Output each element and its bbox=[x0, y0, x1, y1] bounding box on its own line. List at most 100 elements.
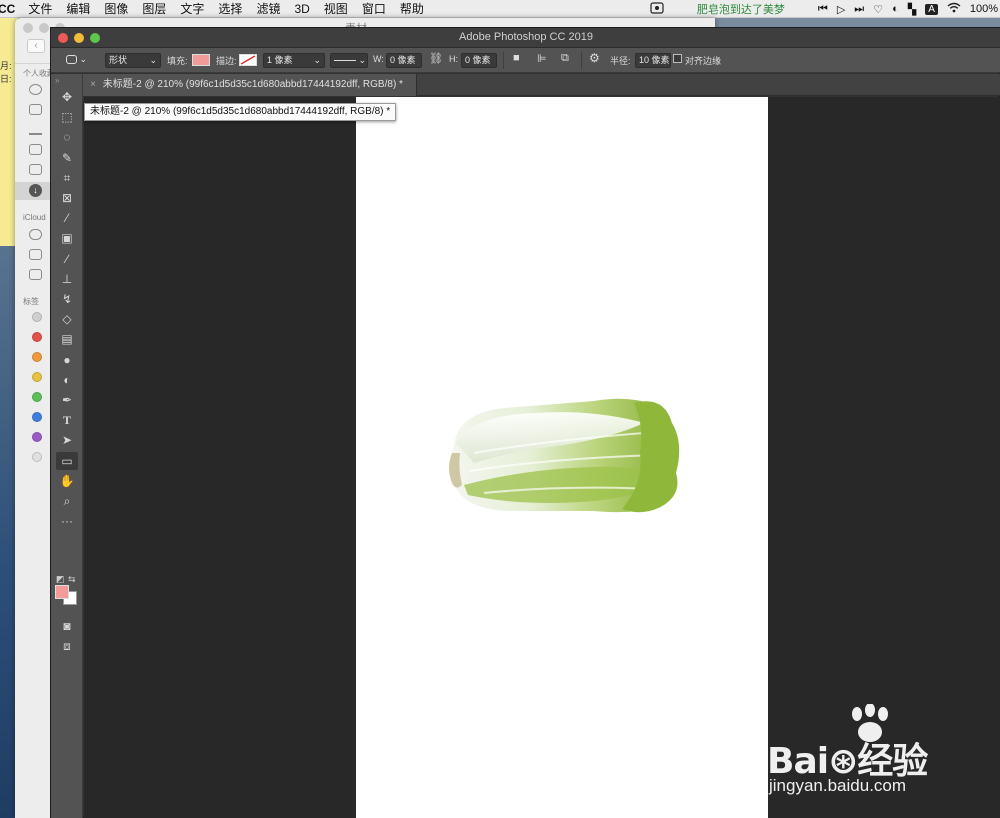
dark-mode-icon[interactable]: ◐ bbox=[892, 3, 899, 15]
pen-tool[interactable]: ✒ bbox=[56, 391, 78, 409]
healing-tool[interactable]: ▣ bbox=[56, 229, 78, 247]
close-tab-icon[interactable]: × bbox=[86, 74, 100, 96]
gradient-tool[interactable]: ▤ bbox=[56, 330, 78, 348]
rectangle-tool[interactable]: ▭ bbox=[56, 452, 78, 470]
screen-mode-icon[interactable]: ⧈ bbox=[56, 637, 78, 655]
brush-tool[interactable]: ∕ bbox=[56, 250, 78, 268]
document-tab[interactable]: × 未标题-2 @ 210% (99f6c1d5d35c1d680abbd174… bbox=[83, 74, 417, 96]
menu-file[interactable]: 文件 bbox=[21, 0, 59, 17]
notification-center-icon[interactable] bbox=[650, 1, 664, 17]
recents-icon bbox=[29, 104, 42, 115]
menu-help[interactable]: 帮助 bbox=[393, 0, 431, 17]
chevron-down-icon: ⌄ bbox=[313, 55, 321, 65]
finder-close-button[interactable] bbox=[23, 23, 33, 33]
stroke-type-select[interactable]: ⌄ bbox=[330, 53, 368, 68]
finder-minimize-button[interactable] bbox=[39, 23, 49, 33]
lasso-tool[interactable]: ◌ bbox=[56, 128, 78, 146]
gear-icon[interactable]: ⚙ bbox=[589, 51, 600, 65]
finder-sidebar-icloud-drive[interactable] bbox=[29, 229, 45, 242]
collapse-panel-icon[interactable]: » bbox=[55, 76, 59, 85]
wifi-icon[interactable] bbox=[947, 2, 961, 16]
play-icon[interactable]: ▷ bbox=[837, 3, 845, 16]
window-layout-icon[interactable]: ▚ bbox=[908, 3, 916, 16]
tag-color-dot[interactable] bbox=[32, 432, 42, 442]
finder-sidebar-recents[interactable] bbox=[29, 104, 45, 117]
battery-percentage[interactable]: 100% bbox=[970, 3, 998, 15]
move-tool[interactable]: ✥ bbox=[56, 88, 78, 106]
divider bbox=[503, 52, 504, 69]
menubar-notification-text[interactable]: 肥皂泡到达了美梦 bbox=[697, 1, 785, 17]
marquee-tool[interactable]: ⬚ bbox=[56, 108, 78, 126]
next-track-icon[interactable]: ⏭ bbox=[854, 3, 864, 16]
tag-color-dot[interactable] bbox=[32, 412, 42, 422]
menu-filter[interactable]: 滤镜 bbox=[249, 0, 287, 17]
finder-back-button[interactable]: ‹ bbox=[27, 39, 45, 53]
input-source-icon[interactable]: A bbox=[925, 3, 938, 15]
chevron-down-icon: ⌄ bbox=[149, 55, 157, 65]
tag-color-dot[interactable] bbox=[32, 452, 42, 462]
more-tools[interactable]: ··· bbox=[56, 512, 78, 530]
document-canvas[interactable] bbox=[356, 97, 768, 818]
heart-icon[interactable]: ♡ bbox=[873, 3, 883, 16]
stroke-label: 描边: bbox=[216, 56, 237, 66]
stroke-width-field[interactable]: 1 像素 ⌄ bbox=[263, 53, 325, 68]
fill-color-swatch[interactable] bbox=[192, 54, 210, 66]
stamp-tool[interactable]: ⊥ bbox=[56, 270, 78, 288]
tag-color-dot[interactable] bbox=[32, 332, 42, 342]
quick-mask-icon[interactable]: ◙ bbox=[56, 617, 78, 635]
hand-tool[interactable]: ✋ bbox=[56, 472, 78, 490]
finder-sidebar-icloud-desktop[interactable] bbox=[29, 249, 45, 262]
swap-colors-icon[interactable]: ⇆ bbox=[68, 574, 76, 585]
finder-sidebar-downloads[interactable]: ↓ bbox=[15, 182, 51, 200]
watermark-url: jingyan.baidu.com bbox=[769, 776, 907, 795]
tool-mode-select[interactable]: 形状 ⌄ bbox=[105, 53, 161, 68]
previous-track-icon[interactable]: ⏮ bbox=[818, 3, 828, 16]
menu-3d[interactable]: 3D bbox=[287, 2, 316, 16]
stroke-none-swatch[interactable] bbox=[239, 54, 257, 66]
menu-edit[interactable]: 编辑 bbox=[59, 0, 97, 17]
quick-select-tool[interactable]: ✎ bbox=[56, 149, 78, 167]
tag-color-dot[interactable] bbox=[32, 312, 42, 322]
path-operations-icon[interactable]: ■ bbox=[513, 52, 520, 64]
type-tool[interactable]: T bbox=[56, 411, 78, 429]
link-dimensions-icon[interactable]: ⛓ bbox=[429, 52, 443, 65]
finder-sidebar-applications[interactable] bbox=[29, 124, 45, 137]
menu-window[interactable]: 窗口 bbox=[355, 0, 393, 17]
align-edges-checkbox[interactable] bbox=[673, 54, 682, 63]
frame-tool[interactable]: ⊠ bbox=[56, 189, 78, 207]
zoom-tool[interactable]: ⌕ bbox=[56, 492, 78, 510]
documents-icon bbox=[29, 164, 42, 175]
finder-sidebar-desktop[interactable] bbox=[29, 144, 45, 157]
menu-layer[interactable]: 图层 bbox=[135, 0, 173, 17]
history-brush-tool[interactable]: ↯ bbox=[56, 290, 78, 308]
width-field[interactable]: 0 像素 bbox=[386, 53, 422, 68]
menu-select[interactable]: 选择 bbox=[211, 0, 249, 17]
blur-tool[interactable]: ● bbox=[56, 351, 78, 369]
path-arrangement-icon[interactable]: ⧉ bbox=[561, 52, 569, 65]
crop-tool[interactable]: ⌗ bbox=[56, 169, 78, 187]
eraser-tool[interactable]: ◇ bbox=[56, 310, 78, 328]
path-alignment-icon[interactable]: ⊫ bbox=[537, 52, 547, 65]
tag-color-dot[interactable] bbox=[32, 372, 42, 382]
eyedropper-tool[interactable]: ⁄ bbox=[56, 209, 78, 227]
radius-field[interactable]: 10 像素 bbox=[635, 53, 671, 68]
stroke-line-icon bbox=[334, 60, 356, 62]
dodge-tool[interactable]: ◐ bbox=[56, 371, 78, 389]
height-field[interactable]: 0 像素 bbox=[461, 53, 497, 68]
menu-app-name[interactable]: CC bbox=[0, 2, 21, 16]
menu-type[interactable]: 文字 bbox=[173, 0, 211, 17]
finder-sidebar-icloud-documents[interactable] bbox=[29, 269, 45, 282]
document-tab-bar: × 未标题-2 @ 210% (99f6c1d5d35c1d680abbd174… bbox=[83, 74, 1000, 96]
finder-sidebar-documents[interactable] bbox=[29, 164, 45, 177]
rounded-rect-icon bbox=[66, 55, 77, 65]
tag-color-dot[interactable] bbox=[32, 352, 42, 362]
menu-image[interactable]: 图像 bbox=[97, 0, 135, 17]
tool-preset-picker[interactable]: ⌄ bbox=[63, 53, 91, 68]
menu-view[interactable]: 视图 bbox=[317, 0, 355, 17]
tag-color-dot[interactable] bbox=[32, 392, 42, 402]
path-select-tool[interactable]: ➤ bbox=[56, 431, 78, 449]
foreground-color-swatch[interactable] bbox=[55, 585, 69, 599]
cloud-icon bbox=[29, 229, 42, 240]
finder-sidebar-airdrop[interactable] bbox=[29, 84, 45, 97]
default-colors-icon[interactable]: ◩ bbox=[56, 574, 65, 585]
